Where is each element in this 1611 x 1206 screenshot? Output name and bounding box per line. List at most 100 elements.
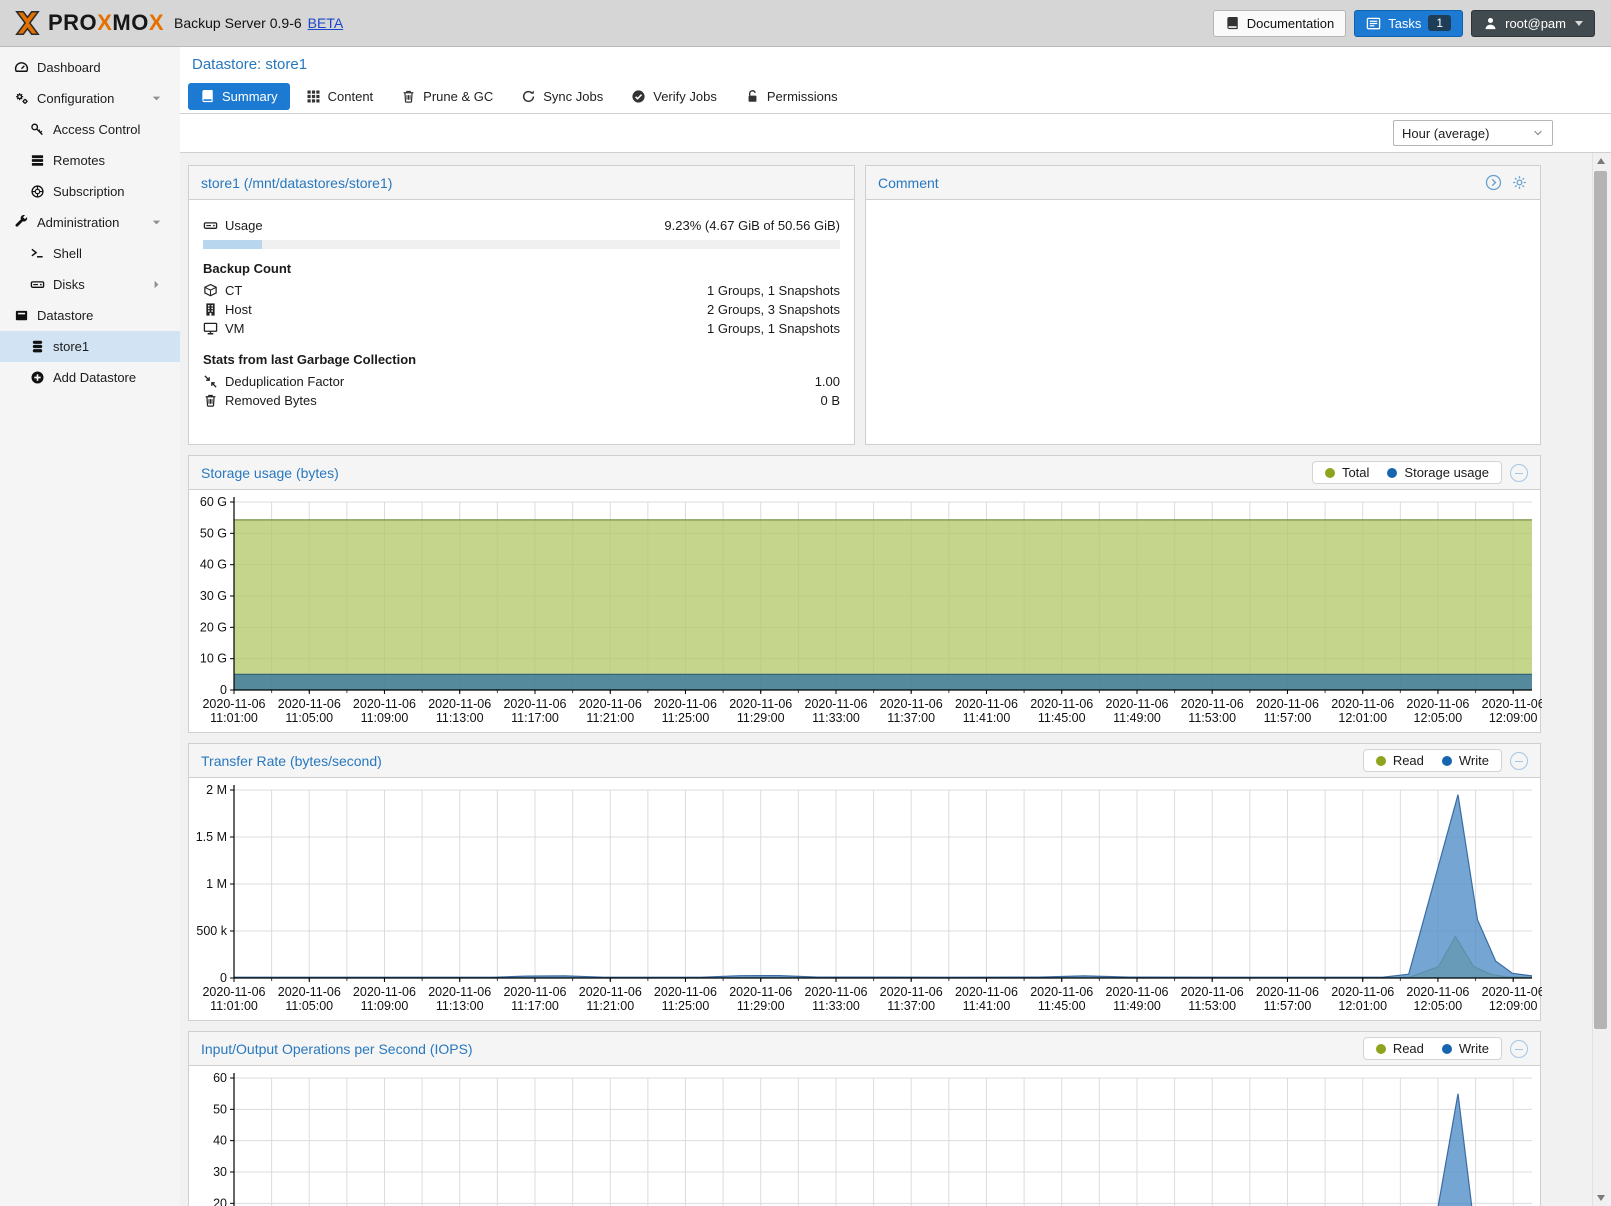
sidebar-item-subscription[interactable]: Subscription bbox=[0, 176, 180, 207]
chevron-circle-right-icon[interactable] bbox=[1485, 174, 1502, 191]
svg-text:11:25:00: 11:25:00 bbox=[662, 711, 710, 725]
sidebar-item-configuration[interactable]: Configuration bbox=[0, 83, 180, 114]
scrollbar-down-arrow[interactable] bbox=[1593, 1190, 1609, 1206]
gc-stats-heading: Stats from last Garbage Collection bbox=[203, 352, 840, 367]
svg-text:11:13:00: 11:13:00 bbox=[436, 999, 484, 1013]
tab-bar: Summary Content Prune & GC Sync Jobs Ver… bbox=[180, 82, 1611, 114]
legend-item-write[interactable]: Write bbox=[1442, 1041, 1489, 1056]
collapse-chart-icon[interactable] bbox=[1510, 752, 1528, 770]
desktop-icon bbox=[203, 321, 218, 336]
trash-icon bbox=[203, 393, 218, 408]
collapse-chart-icon[interactable] bbox=[1510, 1040, 1528, 1058]
svg-text:2020-11-06: 2020-11-06 bbox=[1482, 697, 1542, 711]
transfer-rate-legend: Read Write bbox=[1363, 749, 1502, 772]
svg-text:30: 30 bbox=[213, 1165, 227, 1179]
svg-text:12:05:00: 12:05:00 bbox=[1414, 711, 1463, 725]
transfer-rate-chart: 0500 k1 M1.5 M2 M2020-11-0611:01:002020-… bbox=[189, 778, 1540, 1020]
svg-text:2020-11-06: 2020-11-06 bbox=[1256, 697, 1319, 711]
gear-icon[interactable] bbox=[1511, 174, 1528, 191]
compress-icon bbox=[203, 374, 218, 389]
sidebar-item-administration[interactable]: Administration bbox=[0, 207, 180, 238]
cube-icon bbox=[203, 283, 218, 298]
vertical-scrollbar[interactable] bbox=[1592, 153, 1608, 1206]
svg-text:20: 20 bbox=[213, 1196, 227, 1206]
tab-sync-jobs[interactable]: Sync Jobs bbox=[509, 83, 615, 110]
legend-item-storage-usage[interactable]: Storage usage bbox=[1387, 465, 1489, 480]
svg-text:11:45:00: 11:45:00 bbox=[1038, 999, 1086, 1013]
svg-text:50 G: 50 G bbox=[200, 526, 227, 540]
sidebar-item-shell[interactable]: Shell bbox=[0, 238, 180, 269]
beta-link[interactable]: BETA bbox=[308, 15, 344, 31]
svg-text:11:17:00: 11:17:00 bbox=[511, 711, 559, 725]
chevron-down-icon bbox=[1532, 127, 1544, 139]
svg-text:2020-11-06: 2020-11-06 bbox=[805, 697, 868, 711]
storage-usage-section: Storage usage (bytes) Total Storage usag… bbox=[188, 455, 1541, 733]
tab-prune-gc[interactable]: Prune & GC bbox=[389, 83, 505, 110]
legend-item-read[interactable]: Read bbox=[1376, 753, 1424, 768]
svg-text:11:49:00: 11:49:00 bbox=[1113, 999, 1161, 1013]
sidebar-item-datastore[interactable]: Datastore bbox=[0, 300, 180, 331]
tasks-button[interactable]: Tasks 1 bbox=[1354, 10, 1463, 37]
tasks-count-badge: 1 bbox=[1428, 15, 1451, 31]
comment-content[interactable] bbox=[866, 200, 1540, 232]
svg-text:1 M: 1 M bbox=[206, 877, 227, 891]
svg-text:11:53:00: 11:53:00 bbox=[1188, 711, 1236, 725]
tab-verify-jobs[interactable]: Verify Jobs bbox=[619, 83, 729, 110]
iops-section: Input/Output Operations per Second (IOPS… bbox=[188, 1031, 1541, 1206]
caret-down-icon[interactable] bbox=[149, 91, 164, 106]
sidebar-item-dashboard[interactable]: Dashboard bbox=[0, 52, 180, 83]
svg-text:2020-11-06: 2020-11-06 bbox=[1181, 985, 1244, 999]
book-icon bbox=[1225, 16, 1240, 31]
svg-text:11:25:00: 11:25:00 bbox=[662, 999, 710, 1013]
svg-text:2020-11-06: 2020-11-06 bbox=[654, 697, 717, 711]
svg-text:11:29:00: 11:29:00 bbox=[737, 711, 785, 725]
backup-row-ct: CT 1 Groups, 1 Snapshots bbox=[203, 281, 840, 300]
svg-text:2020-11-06: 2020-11-06 bbox=[579, 697, 642, 711]
svg-text:2020-11-06: 2020-11-06 bbox=[202, 697, 265, 711]
legend-dot bbox=[1376, 1044, 1386, 1054]
svg-text:12:01:00: 12:01:00 bbox=[1338, 999, 1387, 1013]
caret-right-icon[interactable] bbox=[149, 277, 164, 292]
iops-title: Input/Output Operations per Second (IOPS… bbox=[201, 1041, 473, 1057]
svg-text:0: 0 bbox=[220, 683, 227, 697]
time-range-select[interactable]: Hour (average) bbox=[1393, 120, 1553, 146]
sidebar-item-add-datastore[interactable]: Add Datastore bbox=[0, 362, 180, 393]
scrollbar-up-arrow[interactable] bbox=[1593, 153, 1609, 169]
sidebar-item-disks[interactable]: Disks bbox=[0, 269, 180, 300]
caret-down-icon[interactable] bbox=[149, 215, 164, 230]
user-menu-button[interactable]: root@pam bbox=[1471, 10, 1595, 37]
store-panel-title: store1 (/mnt/datastores/store1) bbox=[201, 175, 392, 191]
tab-summary[interactable]: Summary bbox=[188, 83, 290, 110]
scrollbar-thumb[interactable] bbox=[1594, 171, 1607, 1029]
documentation-button[interactable]: Documentation bbox=[1213, 10, 1346, 37]
legend-item-total[interactable]: Total bbox=[1325, 465, 1369, 480]
legend-item-write[interactable]: Write bbox=[1442, 753, 1489, 768]
task-list-icon bbox=[1366, 16, 1381, 31]
svg-text:2020-11-06: 2020-11-06 bbox=[1482, 985, 1542, 999]
svg-text:2020-11-06: 2020-11-06 bbox=[1406, 985, 1469, 999]
svg-text:2020-11-06: 2020-11-06 bbox=[880, 985, 943, 999]
collapse-chart-icon[interactable] bbox=[1510, 464, 1528, 482]
svg-text:11:57:00: 11:57:00 bbox=[1264, 999, 1312, 1013]
svg-text:2 M: 2 M bbox=[206, 783, 227, 797]
tachometer-icon bbox=[14, 60, 29, 75]
backup-row-host: Host 2 Groups, 3 Snapshots bbox=[203, 300, 840, 319]
page-title: Datastore: store1 bbox=[192, 56, 307, 73]
svg-text:11:41:00: 11:41:00 bbox=[963, 711, 1011, 725]
sidebar-item-access-control[interactable]: Access Control bbox=[0, 114, 180, 145]
proxmox-x-icon bbox=[12, 8, 42, 38]
sidebar-item-remotes[interactable]: Remotes bbox=[0, 145, 180, 176]
check-circle-icon bbox=[631, 89, 646, 104]
svg-text:11:05:00: 11:05:00 bbox=[285, 999, 333, 1013]
usage-progress-bar bbox=[203, 240, 840, 249]
sidebar-item-store1[interactable]: store1 bbox=[0, 331, 180, 362]
tab-content[interactable]: Content bbox=[294, 83, 386, 110]
svg-text:2020-11-06: 2020-11-06 bbox=[278, 985, 341, 999]
hdd-icon bbox=[203, 218, 218, 233]
tab-permissions[interactable]: Permissions bbox=[733, 83, 850, 110]
storage-usage-title: Storage usage (bytes) bbox=[201, 465, 339, 481]
svg-text:11:53:00: 11:53:00 bbox=[1188, 999, 1236, 1013]
legend-item-read[interactable]: Read bbox=[1376, 1041, 1424, 1056]
gc-row-dedup: Deduplication Factor 1.00 bbox=[203, 372, 840, 391]
svg-text:2020-11-06: 2020-11-06 bbox=[503, 697, 566, 711]
